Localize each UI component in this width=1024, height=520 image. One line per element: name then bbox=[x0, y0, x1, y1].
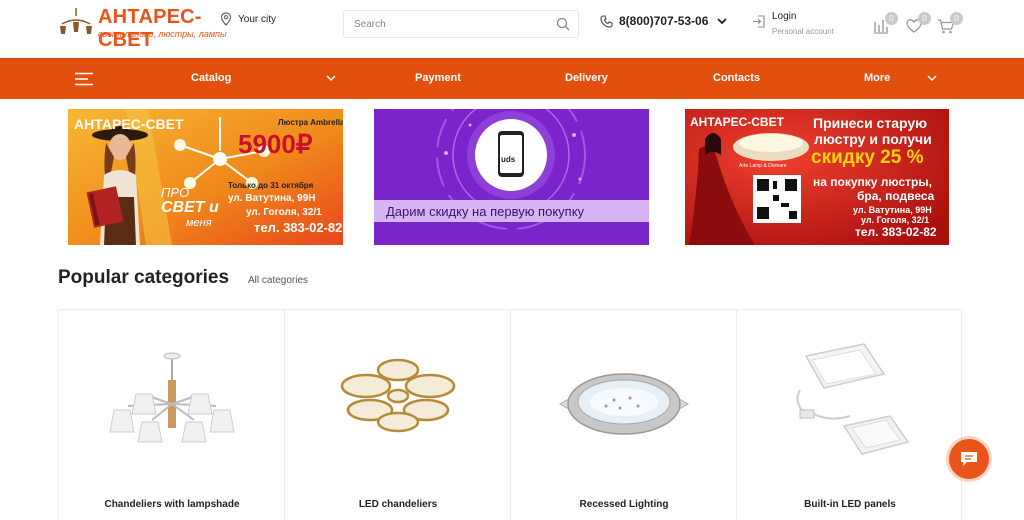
banner-headline-1: Принеси старую bbox=[813, 115, 928, 131]
banner-brand: АНТАРЕС-СВЕТ bbox=[690, 115, 784, 129]
banner-brand: АНТАРЕС-СВЕТ bbox=[74, 116, 184, 132]
banner-slogan-2: СВЕТ и bbox=[161, 199, 219, 216]
nav-contacts[interactable]: Contacts bbox=[713, 72, 760, 84]
promo-banner-trade-in[interactable]: АНТАРЕС-СВЕТ Принеси старую люстру и пол… bbox=[685, 109, 949, 245]
chandelier-logo-icon bbox=[60, 8, 92, 34]
banner-price: 5900₽ bbox=[238, 129, 313, 159]
banner-address-2: ул. Гоголя, 32/1 bbox=[861, 215, 930, 225]
category-card[interactable]: LED chandeliers bbox=[285, 310, 511, 520]
banner-address-1: ул. Ватутина, 99Н bbox=[853, 205, 932, 215]
nav-delivery[interactable]: Delivery bbox=[565, 72, 608, 84]
phone-number: 8(800)707-53-06 bbox=[619, 14, 709, 28]
banner-slogan-1: ПРО bbox=[161, 185, 190, 200]
city-label: Your city bbox=[238, 13, 276, 25]
menu-icon[interactable] bbox=[75, 72, 93, 86]
section-title: Popular categories bbox=[58, 267, 230, 288]
recessed-light-image bbox=[558, 373, 690, 435]
personal-account-label: Personal account bbox=[772, 27, 834, 36]
category-grid: Chandeliers with lampshade LED chandelie… bbox=[58, 309, 963, 520]
nav-payment[interactable]: Payment bbox=[415, 72, 461, 84]
uds-app-label: uds bbox=[501, 155, 516, 164]
compare-count-badge: 0 bbox=[885, 12, 898, 25]
chat-icon bbox=[961, 452, 977, 466]
banner-partner: Arte Lamp & Divinare bbox=[739, 163, 787, 169]
logo-subtitle: светильники, люстры, лампы bbox=[98, 29, 227, 39]
banner-discount: скидку 25 % bbox=[811, 147, 924, 168]
banner-tel: тел. 383-02-82 bbox=[855, 225, 937, 239]
chevron-down-icon[interactable] bbox=[326, 75, 336, 82]
cart-count-badge: 0 bbox=[950, 12, 963, 25]
city-selector[interactable]: Your city bbox=[220, 12, 276, 26]
led-panel-image bbox=[796, 343, 910, 455]
banner-line-2: бра, подвеса bbox=[857, 189, 935, 203]
category-label: Recessed Lighting bbox=[579, 499, 669, 510]
banner-until: Только до 31 октября bbox=[228, 181, 314, 190]
category-card[interactable]: Recessed Lighting bbox=[511, 310, 737, 520]
favorites-count-badge: 0 bbox=[918, 12, 931, 25]
banner-caption: Дарим скидку на первую покупку bbox=[386, 204, 585, 219]
woman-illustration bbox=[86, 126, 148, 245]
chevron-down-icon bbox=[717, 18, 728, 25]
chandelier-lampshade-image bbox=[109, 352, 235, 443]
search-box[interactable] bbox=[343, 10, 579, 38]
nav-catalog[interactable]: Catalog bbox=[191, 72, 231, 84]
banner-headline-2: люстру и получи bbox=[814, 131, 932, 147]
search-icon[interactable] bbox=[556, 17, 570, 31]
promo-banner-ambrella[interactable]: АНТАРЕС-СВЕТ Люстра Ambrella 5900₽ Тольк… bbox=[68, 109, 343, 245]
main-nav: Catalog Payment Delivery Contacts More bbox=[0, 58, 1024, 99]
banner-slogan-3: меня bbox=[186, 217, 212, 229]
banner-address-2: ул. Гоголя, 32/1 bbox=[246, 207, 322, 218]
category-card[interactable]: Built-in LED panels bbox=[737, 310, 963, 520]
chat-button[interactable] bbox=[949, 439, 989, 479]
banner-address-1: ул. Ватутина, 99Н bbox=[228, 193, 316, 204]
phone-icon bbox=[600, 14, 613, 28]
banner-product: Люстра Ambrella bbox=[278, 118, 343, 127]
logo[interactable]: АНТАРЕС-СВЕТ светильники, люстры, лампы bbox=[58, 6, 227, 51]
login-icon bbox=[753, 15, 765, 28]
led-chandelier-image bbox=[340, 358, 456, 433]
chevron-down-icon[interactable] bbox=[927, 75, 937, 82]
all-categories-link[interactable]: All categories bbox=[248, 275, 308, 286]
search-input[interactable] bbox=[344, 11, 544, 37]
banner-line-1: на покупку люстры, bbox=[813, 175, 932, 189]
category-card[interactable]: Chandeliers with lampshade bbox=[59, 310, 285, 520]
category-label: Built-in LED panels bbox=[804, 499, 896, 510]
location-pin-icon bbox=[220, 12, 232, 26]
site-header: АНТАРЕС-СВЕТ светильники, люстры, лампы … bbox=[0, 0, 1024, 58]
phone-dropdown[interactable]: 8(800)707-53-06 bbox=[600, 14, 728, 28]
category-label: LED chandeliers bbox=[358, 499, 438, 510]
login-label: Login bbox=[772, 11, 797, 22]
banner-tel: тел. 383-02-82 bbox=[254, 220, 343, 235]
category-label: Chandeliers with lampshade bbox=[104, 499, 240, 510]
banner-background bbox=[374, 109, 649, 245]
nav-more[interactable]: More bbox=[864, 72, 890, 84]
promo-banner-uds[interactable]: uds Дарим скидку на первую покупку bbox=[374, 109, 649, 245]
